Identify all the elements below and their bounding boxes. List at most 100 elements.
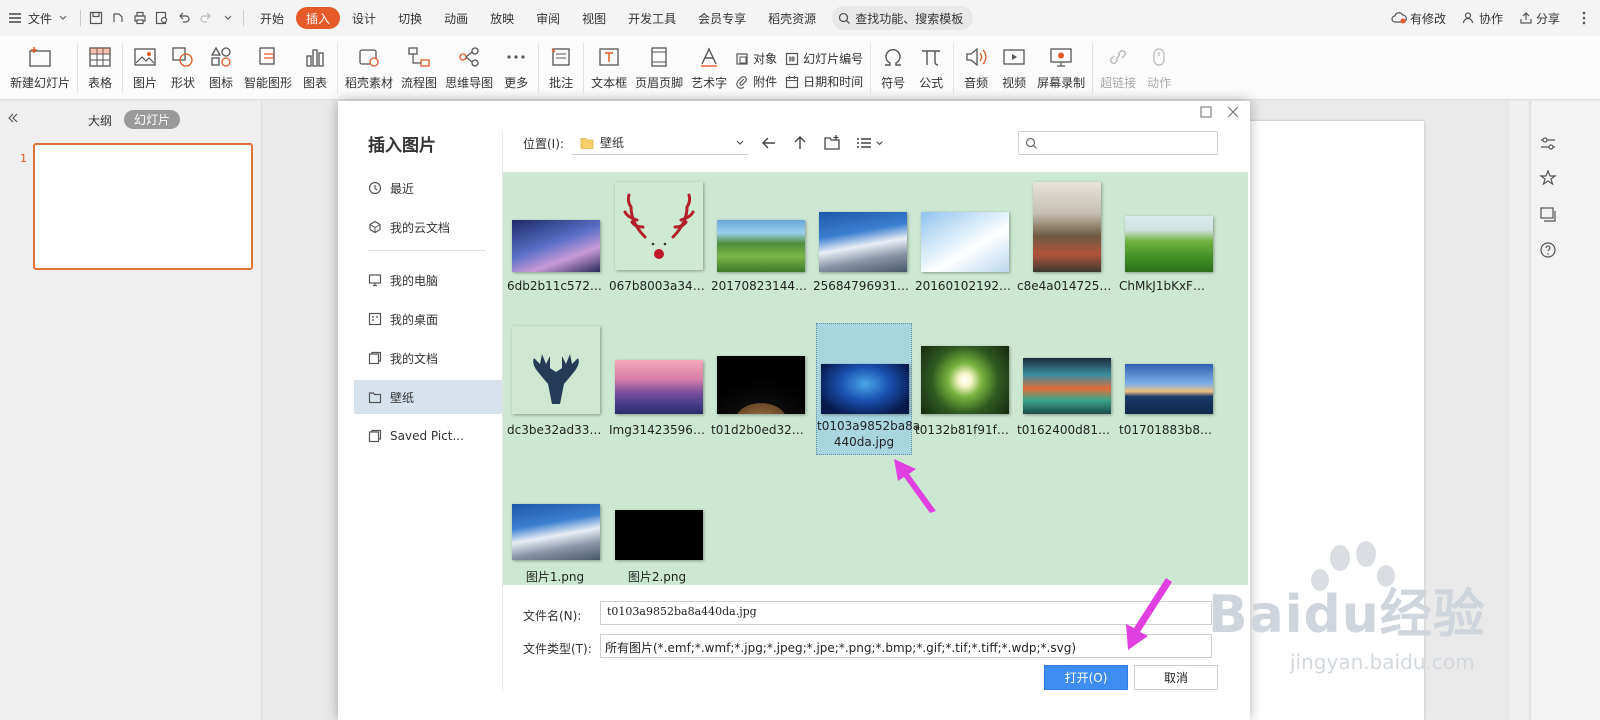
header-footer-button[interactable]: 页眉页脚 — [631, 36, 687, 100]
properties-icon[interactable] — [1539, 135, 1557, 153]
export-button[interactable] — [107, 0, 129, 36]
location-dropdown[interactable]: 壁纸 — [572, 131, 748, 155]
close-icon[interactable] — [1226, 105, 1240, 119]
view-mode-dropdown[interactable] — [856, 134, 888, 152]
file-search-input[interactable] — [1018, 131, 1218, 155]
file-item[interactable]: dc3be32ad337... — [507, 322, 603, 446]
file-item[interactable]: t0162400d81f8... — [1017, 322, 1113, 446]
undo-button[interactable] — [173, 0, 195, 36]
tab-transitions[interactable]: 切换 — [388, 7, 432, 29]
slide-thumbnail[interactable] — [33, 143, 253, 270]
flowchart-button[interactable]: 流程图 — [397, 36, 441, 100]
wordart-button[interactable]: 艺术字 — [687, 36, 731, 100]
tab-developer[interactable]: 开发工具 — [618, 7, 686, 29]
new-folder-icon[interactable] — [823, 134, 841, 152]
audio-button[interactable]: 音频 — [957, 36, 995, 100]
textbox-button[interactable]: 文本框 — [587, 36, 631, 100]
tab-home[interactable]: 开始 — [250, 7, 294, 29]
file-item[interactable]: 067b8003a346... — [609, 176, 705, 300]
file-item[interactable]: 图片2.png — [609, 474, 705, 584]
screen-record-button[interactable]: 屏幕录制 — [1033, 36, 1089, 100]
collapse-left-icon[interactable] — [6, 111, 20, 125]
file-thumbnail — [1125, 364, 1213, 414]
file-item[interactable]: 201601021924... — [915, 176, 1011, 300]
file-item[interactable]: c8e4a01472594... — [1017, 176, 1113, 300]
smart-graphic-button[interactable]: 智能图形 — [240, 36, 296, 100]
file-item[interactable]: 256847969319... — [813, 176, 909, 300]
file-item[interactable]: 2017082314473... — [711, 176, 807, 300]
mindmap-button[interactable]: 思维导图 — [441, 36, 497, 100]
pi-icon — [922, 50, 941, 66]
slide-number-button[interactable]: 幻灯片编号 — [785, 50, 863, 67]
file-item[interactable]: Img314235964... — [609, 322, 705, 446]
file-item[interactable]: t01701883b8d... — [1119, 322, 1215, 446]
formula-button[interactable]: 公式 — [912, 36, 950, 100]
tab-daoke-resources[interactable]: 稻壳资源 — [758, 7, 826, 29]
nav-recent[interactable]: 最近 — [354, 171, 502, 205]
back-arrow-icon[interactable] — [760, 134, 778, 152]
has-changes-button[interactable]: 有修改 — [1383, 0, 1454, 36]
collaborate-button[interactable]: 协作 — [1454, 0, 1511, 36]
divider — [243, 10, 245, 26]
file-item[interactable]: 图片1.png — [507, 474, 603, 584]
animation-pane-icon[interactable] — [1539, 205, 1557, 223]
tab-review[interactable]: 审阅 — [526, 7, 570, 29]
tab-animations[interactable]: 动画 — [434, 7, 478, 29]
video-button[interactable]: 视频 — [995, 36, 1033, 100]
tab-insert[interactable]: 插入 — [296, 7, 341, 29]
file-menu[interactable]: 文件 — [0, 0, 76, 36]
share-button[interactable]: 分享 — [1511, 0, 1568, 36]
help-icon[interactable] — [1539, 241, 1557, 259]
nav-my-documents[interactable]: 我的文档 — [354, 341, 502, 375]
daoke-material-button[interactable]: 稻壳素材 — [341, 36, 397, 100]
chart-button[interactable]: 图表 — [296, 36, 334, 100]
symbol-button[interactable]: 符号 — [874, 36, 912, 100]
nav-cloud-docs[interactable]: 我的云文档 — [354, 210, 502, 244]
nav-saved-pictures[interactable]: Saved Pict... — [354, 419, 502, 453]
more-options-button[interactable] — [1568, 0, 1600, 36]
new-slide-button[interactable]: 新建幻灯片 — [0, 36, 74, 100]
print-button[interactable] — [129, 0, 151, 36]
datetime-button[interactable]: 日期和时间 — [785, 73, 863, 90]
tab-design[interactable]: 设计 — [342, 7, 386, 29]
hyperlink-button[interactable]: 超链接 — [1096, 36, 1140, 100]
deer-head-image — [533, 354, 579, 404]
nav-wallpaper[interactable]: 壁纸 — [354, 380, 502, 414]
chevron-down-icon[interactable] — [735, 138, 745, 148]
filename-label: 文件名(N): — [523, 609, 582, 623]
table-button[interactable]: 表格 — [81, 36, 119, 100]
divider — [337, 43, 339, 93]
nav-my-desktop[interactable]: 我的桌面 — [354, 302, 502, 336]
action-label: 动作 — [1147, 76, 1172, 90]
attachment-button[interactable]: 附件 — [735, 73, 777, 90]
maximize-icon[interactable] — [1200, 106, 1212, 118]
picture-button[interactable]: 图片 — [126, 36, 164, 100]
action-button[interactable]: 动作 — [1140, 36, 1178, 100]
tab-slideshow[interactable]: 放映 — [480, 7, 524, 29]
save-button[interactable] — [85, 0, 107, 36]
tab-slides[interactable]: 幻灯片 — [124, 110, 181, 129]
file-item[interactable]: ChMkJ1bKxFWI... — [1119, 176, 1215, 300]
print-preview-button[interactable] — [151, 0, 173, 36]
file-item[interactable]: t01d2b0ed325... — [711, 322, 807, 446]
up-arrow-icon[interactable] — [791, 134, 809, 152]
file-name: t01d2b0ed325... — [711, 423, 807, 437]
object-button[interactable]: 对象 — [735, 50, 777, 67]
function-search[interactable]: 查找功能、搜索模板 — [832, 6, 974, 30]
redo-button[interactable] — [195, 0, 217, 36]
nav-my-computer[interactable]: 我的电脑 — [354, 263, 502, 297]
comment-button[interactable]: 批注 — [542, 36, 580, 100]
more-button[interactable]: 更多 — [497, 36, 535, 100]
tab-view[interactable]: 视图 — [572, 7, 616, 29]
star-icon[interactable] — [1539, 169, 1557, 187]
icon-button[interactable]: 图标 — [202, 36, 240, 100]
quick-access-dropdown[interactable] — [217, 0, 239, 36]
nav-recent-label: 最近 — [390, 181, 415, 196]
open-button[interactable]: 打开(O) — [1044, 665, 1128, 690]
tab-member[interactable]: 会员专享 — [688, 7, 756, 29]
file-item[interactable]: t0132b81f91f9... — [915, 322, 1011, 446]
tab-outline[interactable]: 大纲 — [88, 112, 112, 129]
shape-button[interactable]: 形状 — [164, 36, 202, 100]
file-item[interactable]: 6db2b11c5722... — [507, 176, 603, 300]
file-item-selected[interactable]: t0103a9852ba8a 440da.jpg — [816, 323, 920, 455]
